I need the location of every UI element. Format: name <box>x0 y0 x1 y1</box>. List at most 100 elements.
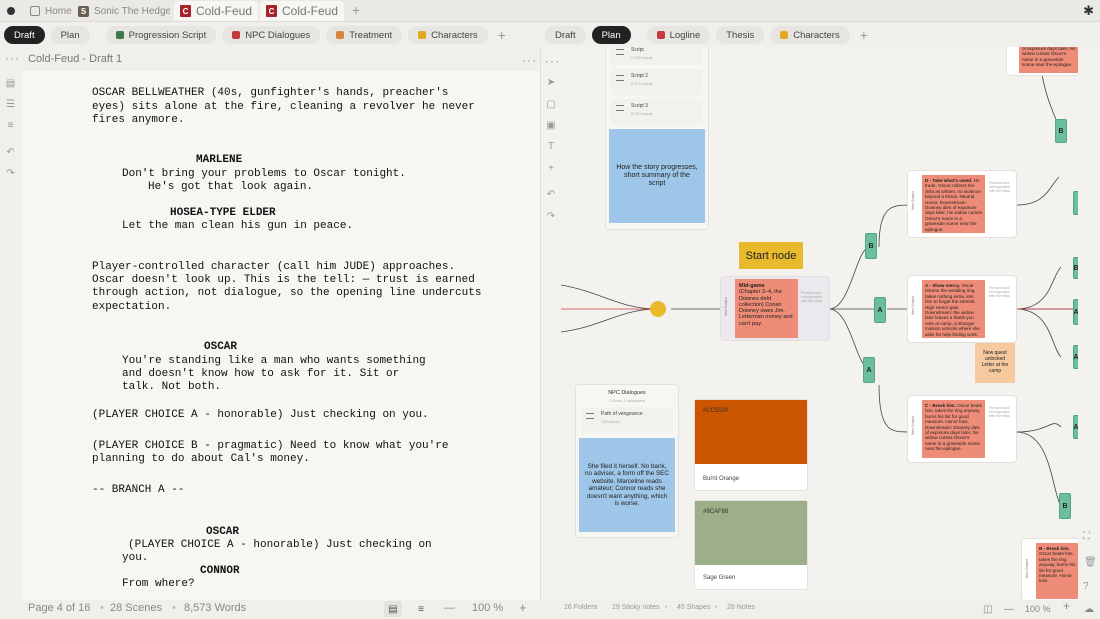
script-item[interactable]: Script 2,839 words <box>611 47 703 65</box>
script-line: Oscar doesn't look up. This is the tell:… <box>92 274 475 286</box>
swatch-hex: #CC5500 <box>703 408 729 414</box>
top-branch-card[interactable]: of exposure days later, his widow curses… <box>1007 47 1079 75</box>
dialogue-line: talk. Not both. <box>122 381 222 393</box>
script-page[interactable]: OSCAR BELLWEATHER (40s, gunfighter's han… <box>22 71 540 600</box>
branch-chip[interactable]: A <box>863 357 875 383</box>
hat-icon <box>780 31 789 39</box>
treatment-label: Treatment <box>349 29 393 41</box>
page-indicator: Page 4 of 16 <box>28 602 91 614</box>
draft-button[interactable]: Draft <box>4 26 45 44</box>
characters-label: Characters <box>431 29 478 41</box>
home-icon <box>30 6 40 16</box>
plan-canvas[interactable]: Script 2,839 words Script 2 5,470 words … <box>561 47 1079 600</box>
canvas-more-icon[interactable]: ··· <box>545 54 560 68</box>
zoom-in-button[interactable]: + <box>519 600 527 615</box>
start-node[interactable]: Start node <box>739 242 803 269</box>
document-icon[interactable]: ▤ <box>5 78 16 89</box>
canvas-draft-button[interactable]: Draft <box>545 26 586 44</box>
canvas-characters-tab[interactable]: Characters <box>770 26 850 44</box>
color-swatch-card[interactable]: #CC5500 Burnt Orange <box>695 400 807 490</box>
script-item[interactable]: Script 2 5,470 words <box>611 69 703 95</box>
character-name: HOSEA-TYPE ELDER <box>170 207 276 219</box>
branch-chip[interactable]: B <box>1059 493 1071 519</box>
canvas-add-tab-plus-icon[interactable]: + <box>860 27 868 43</box>
canvas-undo-icon[interactable]: ↶ <box>545 189 557 201</box>
branch-card-a[interactable]: New Subject A - Show mercy. Oscar return… <box>908 276 1016 342</box>
npc-item[interactable]: Path of vengeance 105 words <box>581 407 673 433</box>
midgame-card[interactable]: New Subject Mid-game (Chapter 3–4, the D… <box>721 277 829 340</box>
zoom-out-button[interactable]: — <box>444 602 455 614</box>
dialogue-line: He's got that look again. <box>148 181 314 193</box>
pencil-icon <box>336 31 345 39</box>
document-title: Cold-Feud - Draft 1 <box>28 53 123 65</box>
zoom-level: 100 % <box>472 602 504 614</box>
dialogue-line: Don't bring your problems to Oscar tonig… <box>122 168 406 180</box>
npc-dialogues-tab[interactable]: NPC Dialogues <box>222 26 321 44</box>
settings-icon[interactable]: ✱ <box>1083 3 1094 19</box>
script-line: eyes) sits alone at the fire, cleaning a… <box>92 101 475 113</box>
branch-card-c[interactable]: New Subject C - Break him. Oscar beats h… <box>908 396 1016 462</box>
plan-button[interactable]: Plan <box>50 26 90 44</box>
add-tab-plus-icon[interactable]: + <box>498 27 506 43</box>
pointer-icon[interactable]: ➤ <box>545 77 557 89</box>
sliders-icon[interactable]: ≡ <box>5 120 16 131</box>
canvas-zoom-out-button[interactable]: — <box>1004 604 1014 615</box>
editor-sidebar: ··· ▤ ☰ ≡ ↶ ↷ <box>0 47 22 600</box>
tab-home[interactable]: Home <box>24 1 78 21</box>
anchor-icon <box>656 31 665 39</box>
npc-sticky-note[interactable]: She filed it herself. No bank, no advise… <box>579 438 675 532</box>
script-item[interactable]: Script 3 6,234 words <box>611 99 703 125</box>
canvas-zoom-in-button[interactable]: + <box>1063 599 1070 613</box>
help-icon[interactable]: ? <box>1083 581 1089 592</box>
more-icon[interactable]: ··· <box>5 51 20 65</box>
start-circle[interactable] <box>650 301 666 317</box>
frame-icon[interactable]: ▢ <box>545 99 557 111</box>
text-view-icon[interactable]: ≡ <box>412 601 430 617</box>
editor-more-icon[interactable]: ··· <box>522 53 537 67</box>
script-doc-icon <box>616 75 624 81</box>
quest-sticky-note[interactable]: New quest unlocked Letter at the camp <box>975 343 1015 383</box>
window-dot[interactable] <box>7 7 15 15</box>
plan-label: Plan <box>60 29 80 41</box>
tab-cold-feud-1[interactable]: C Cold-Feud <box>174 1 258 21</box>
tab-cold-feud-2[interactable]: C Cold-Feud <box>260 1 344 21</box>
tab-sonic[interactable]: S Sonic The Hedgehog <box>72 1 170 21</box>
sonic-icon: S <box>78 5 89 17</box>
color-swatch-card[interactable]: #9CAF88 Sage Green <box>695 501 807 589</box>
list-icon[interactable]: ☰ <box>5 99 16 110</box>
characters-tab[interactable]: Characters <box>408 26 488 44</box>
trash-icon[interactable]: 🗑 <box>1084 557 1097 568</box>
scripts-folder-card[interactable]: Script 2,839 words Script 2 5,470 words … <box>606 47 708 229</box>
undo-icon[interactable]: ↶ <box>5 147 16 158</box>
progression-script-tab[interactable]: Progression Script <box>105 26 217 44</box>
npc-dialogues-folder-card[interactable]: NPC Dialogues 0 Docs, 1 document Path of… <box>576 385 678 537</box>
thesis-tab[interactable]: Thesis <box>716 26 765 44</box>
redo-icon[interactable]: ↷ <box>5 168 16 179</box>
treatment-tab[interactable]: Treatment <box>326 26 403 44</box>
text-tool-icon[interactable]: T <box>545 141 557 153</box>
midgame-mini: Pursued and reinvigorated with the blast <box>801 291 822 304</box>
canvas-map-icon[interactable]: ◫ <box>983 604 992 615</box>
midgame-side-label: New Subject <box>724 297 728 317</box>
add-icon[interactable]: + <box>545 163 557 175</box>
script-item-title: Script 3 <box>631 103 648 109</box>
shape-icon[interactable]: ▣ <box>545 120 557 132</box>
dialogue-line: and doesn't know how to ask for it. Sit … <box>122 368 400 380</box>
character-name: OSCAR <box>204 341 238 353</box>
page-view-icon[interactable]: ▤ <box>384 601 402 617</box>
canvas-plan-button[interactable]: Plan <box>591 26 631 44</box>
canvas-redo-icon[interactable]: ↷ <box>545 211 557 223</box>
script-line: planning to do about Cal's money. <box>92 453 310 465</box>
tab-cold-feud-1-label: Cold-Feud <box>196 4 253 18</box>
logline-tab[interactable]: Logline <box>646 26 711 44</box>
fit-icon[interactable]: ⛶ <box>1083 531 1090 542</box>
branch-chip[interactable]: A <box>874 297 886 323</box>
left-toolbar: Draft Plan Progression Script NPC Dialog… <box>4 25 506 45</box>
new-tab-plus-icon[interactable]: + <box>352 2 360 18</box>
branch-chip[interactable]: B <box>865 233 877 259</box>
branch-chip[interactable]: B <box>1055 119 1067 143</box>
cloud-icon[interactable]: ☁ <box>1084 604 1094 615</box>
branch-card-b[interactable]: New Subject B - Break him. Oscar beats h… <box>1022 539 1079 600</box>
branch-card-d[interactable]: New Subject D - Take what's owed. No tra… <box>908 171 1016 237</box>
summary-sticky-note[interactable]: How the story progresses, short summary … <box>609 129 705 223</box>
